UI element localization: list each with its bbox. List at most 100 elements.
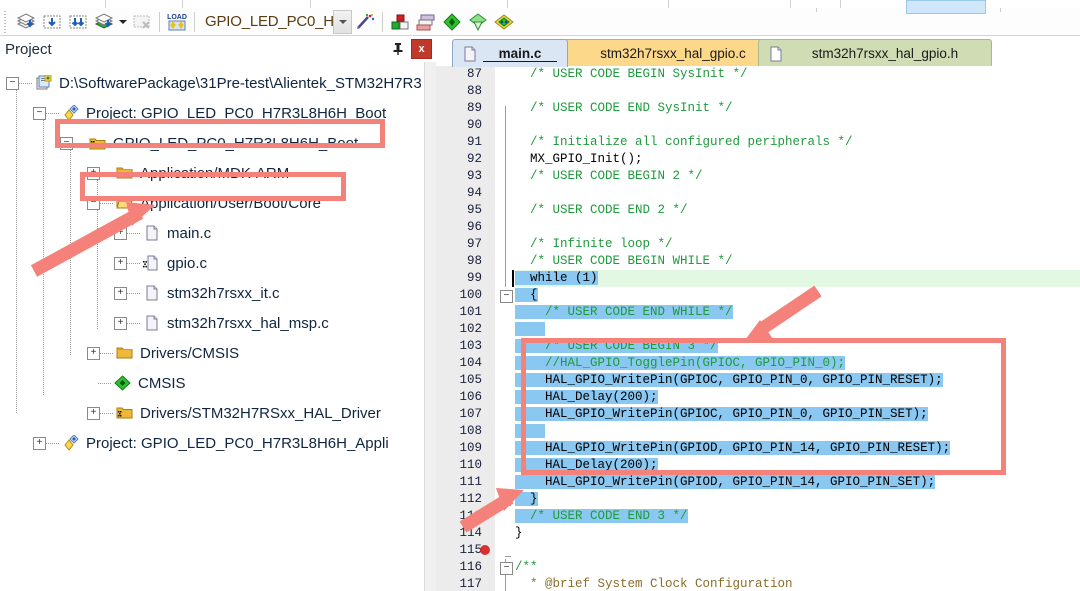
- svg-text:LOAD: LOAD: [167, 14, 187, 21]
- code-line[interactable]: 97 /* Infinite loop */: [436, 236, 1080, 253]
- code-line[interactable]: 106 HAL_Delay(200);: [436, 389, 1080, 406]
- batch-build-icon[interactable]: [65, 10, 91, 34]
- tree-item-application-user-boot-core[interactable]: − Application/User/Boot/Core: [0, 188, 424, 218]
- tree-item-project-gpio-led-pc0-h7r3l8h6h-appli[interactable]: + Project: GPIO_LED_PC0_H7R3L8H6H_Appli: [0, 428, 424, 458]
- collapse-icon[interactable]: −: [60, 136, 73, 150]
- tree-item-project-gpio-led-pc0-h7r3l8h6h-boot[interactable]: − Project: GPIO_LED_PC0_H7R3L8H6H_Boot: [0, 98, 424, 128]
- toolbar-grip[interactable]: [2, 10, 10, 33]
- code-line[interactable]: 92 MX_GPIO_Init();: [436, 151, 1080, 168]
- tree-item-label: D:\SoftwarePackage\31Pre-test\Alientek_S…: [59, 74, 422, 92]
- tree-item-label: Project: GPIO_LED_PC0_H7R3L8H6H_Boot: [86, 104, 387, 122]
- manage-project-items-icon[interactable]: [413, 10, 439, 34]
- expand-icon[interactable]: +: [114, 286, 127, 300]
- code-line[interactable]: 114}: [436, 525, 1080, 542]
- code-line[interactable]: 108: [436, 423, 1080, 440]
- code-line[interactable]: 111 HAL_GPIO_WritePin(GPIOD, GPIO_PIN_14…: [436, 474, 1080, 491]
- target-selector-value[interactable]: GPIO_LED_PC0_H7R: [203, 13, 333, 30]
- code-line[interactable]: 90: [436, 117, 1080, 134]
- expand-icon[interactable]: +: [114, 226, 127, 240]
- code-line[interactable]: 87 /* USER CODE BEGIN SysInit */: [436, 66, 1080, 83]
- chevron-down-icon[interactable]: [117, 10, 129, 34]
- fold-collapse-icon[interactable]: −: [500, 562, 513, 575]
- code-line[interactable]: 104 //HAL_GPIO_TogglePin(GPIOC, GPIO_PIN…: [436, 355, 1080, 372]
- magic-wand-icon[interactable]: [352, 10, 378, 34]
- code-line[interactable]: 110 HAL_Delay(200);: [436, 457, 1080, 474]
- line-number: 114: [459, 526, 482, 540]
- close-icon[interactable]: x: [411, 39, 432, 59]
- build-icon[interactable]: [13, 10, 39, 34]
- expand-icon[interactable]: +: [87, 346, 100, 360]
- collapse-icon[interactable]: −: [87, 196, 100, 210]
- code-line[interactable]: 93 /* USER CODE BEGIN 2 */: [436, 168, 1080, 185]
- c-file-icon: [141, 284, 161, 302]
- pin-icon[interactable]: [389, 40, 407, 58]
- line-number: 93: [466, 169, 482, 183]
- tree-item-stm32h7rsxx-it-c[interactable]: + stm32h7rsxx_it.c: [0, 278, 424, 308]
- code-line[interactable]: 101 /* USER CODE END WHILE */: [436, 304, 1080, 321]
- line-number: 96: [466, 220, 482, 234]
- code-text: /* USER CODE BEGIN 2 */: [515, 169, 703, 183]
- expand-icon[interactable]: +: [87, 406, 100, 420]
- breakpoint-marker[interactable]: [480, 545, 490, 555]
- fold-collapse-icon[interactable]: −: [500, 290, 513, 303]
- target-selector[interactable]: GPIO_LED_PC0_H7R: [203, 9, 352, 34]
- line-number: 102: [459, 322, 482, 336]
- code-line[interactable]: 98 /* USER CODE BEGIN WHILE */: [436, 253, 1080, 270]
- code-line[interactable]: 94: [436, 185, 1080, 202]
- expand-icon[interactable]: +: [87, 166, 100, 180]
- expand-icon[interactable]: +: [114, 256, 127, 270]
- select-software-packs-icon[interactable]: [491, 10, 517, 34]
- tree-connector: [127, 322, 141, 324]
- translate-icon[interactable]: [91, 10, 117, 34]
- tree-item-gpio-c[interactable]: + gpio.c: [0, 248, 424, 278]
- code-line[interactable]: 107 HAL_GPIO_WritePin(GPIOC, GPIO_PIN_0,…: [436, 406, 1080, 423]
- toolbar-search-field[interactable]: [906, 0, 986, 14]
- expand-icon[interactable]: +: [33, 436, 46, 450]
- collapse-icon[interactable]: −: [6, 76, 19, 90]
- tree-item-d-softwarepackage-31pre-test-alientek-st[interactable]: − D:\SoftwarePackage\31Pre-test\Alientek_…: [0, 68, 424, 98]
- code-line[interactable]: 95 /* USER CODE END 2 */: [436, 202, 1080, 219]
- code-view[interactable]: 87 /* USER CODE BEGIN SysInit */88 89 /* …: [436, 66, 1080, 591]
- code-line[interactable]: 113 /* USER CODE END 3 */: [436, 508, 1080, 525]
- code-text: HAL_GPIO_WritePin(GPIOC, GPIO_PIN_0, GPI…: [515, 407, 928, 421]
- code-text: /* USER CODE BEGIN WHILE */: [515, 254, 733, 268]
- tree-connector: [46, 112, 60, 114]
- tree-item-stm32h7rsxx-hal-msp-c[interactable]: + stm32h7rsxx_hal_msp.c: [0, 308, 424, 338]
- code-line[interactable]: 105 HAL_GPIO_WritePin(GPIOC, GPIO_PIN_0,…: [436, 372, 1080, 389]
- tree-item-drivers-stm32h7rsxx-hal-driver[interactable]: + Drivers/STM32H7RSxx_HAL_Driver: [0, 398, 424, 428]
- expand-icon[interactable]: +: [114, 316, 127, 330]
- target-options-icon[interactable]: [387, 10, 413, 34]
- code-line[interactable]: 99 while (1): [436, 270, 1080, 287]
- pack-installer-icon[interactable]: [439, 10, 465, 34]
- tree-item-main-c[interactable]: + main.c: [0, 218, 424, 248]
- code-line[interactable]: 103 /* USER CODE BEGIN 3 */: [436, 338, 1080, 355]
- project-tree[interactable]: − D:\SoftwarePackage\31Pre-test\Alientek_…: [0, 62, 424, 591]
- code-line[interactable]: 88: [436, 83, 1080, 100]
- code-line[interactable]: 117 * @brief System Clock Configuration: [436, 576, 1080, 591]
- editor-tab-main-c[interactable]: main.c: [452, 39, 568, 67]
- code-line[interactable]: 109 HAL_GPIO_WritePin(GPIOD, GPIO_PIN_14…: [436, 440, 1080, 457]
- code-line[interactable]: 112 }: [436, 491, 1080, 508]
- chevron-down-icon[interactable]: [333, 9, 352, 34]
- editor-tab-stm32h7rsxx-hal-gpio-c[interactable]: stm32h7rsxx_hal_gpio.c: [544, 39, 782, 67]
- code-line[interactable]: 115: [436, 542, 1080, 559]
- tree-item-application-mdk-arm[interactable]: + Application/MDK-ARM: [0, 158, 424, 188]
- tree-item-cmsis[interactable]: CMSIS: [0, 368, 424, 398]
- editor-tab-stm32h7rsxx-hal-gpio-h[interactable]: stm32h7rsxx_hal_gpio.h: [758, 39, 992, 67]
- code-line[interactable]: 116 −/**: [436, 559, 1080, 576]
- code-line[interactable]: 102: [436, 321, 1080, 338]
- code-line[interactable]: 100 − {: [436, 287, 1080, 304]
- code-line[interactable]: 91 /* Initialize all configured peripher…: [436, 134, 1080, 151]
- collapse-icon[interactable]: −: [33, 106, 46, 120]
- rebuild-icon[interactable]: [39, 10, 65, 34]
- tree-item-gpio-led-pc0-h7r3l8h6h-boot[interactable]: − GPIO_LED_PC0_H7R3L8H6H_Boot: [0, 128, 424, 158]
- fold-end-marker: [505, 556, 511, 557]
- line-number: 92: [466, 152, 482, 166]
- line-number: 116: [459, 560, 482, 574]
- code-line[interactable]: 96: [436, 219, 1080, 236]
- code-line[interactable]: 89 /* USER CODE END SysInit */: [436, 100, 1080, 117]
- tree-item-drivers-cmsis[interactable]: + Drivers/CMSIS: [0, 338, 424, 368]
- manage-run-time-icon[interactable]: [465, 10, 491, 34]
- load-icon[interactable]: LOAD: [164, 10, 190, 34]
- tree-connector: [100, 202, 114, 204]
